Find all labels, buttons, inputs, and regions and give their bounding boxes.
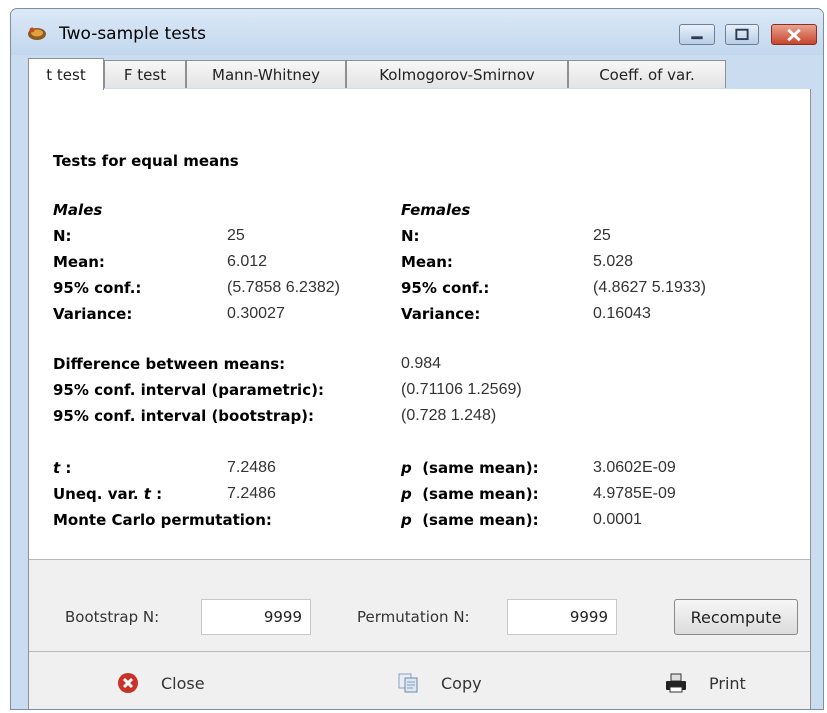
window-title: Two-sample tests bbox=[59, 24, 207, 44]
p-label-2: p (same mean): bbox=[401, 485, 539, 503]
tab-strip: t test F test Mann-Whitney Kolmogorov-Sm… bbox=[28, 58, 811, 90]
tab-f-test[interactable]: F test bbox=[104, 60, 186, 88]
results-panel: Tests for equal means Males N: 25 Mean: … bbox=[28, 89, 811, 709]
tab-t-test[interactable]: t test bbox=[28, 58, 104, 90]
print-button[interactable]: Print bbox=[665, 672, 746, 694]
title-bar[interactable]: Two-sample tests bbox=[11, 9, 823, 55]
divider-bottom bbox=[29, 651, 810, 652]
tab-kolmogorov-smirnov[interactable]: Kolmogorov-Smirnov bbox=[346, 60, 568, 88]
males-conf-label: 95% conf.: bbox=[53, 279, 142, 297]
males-heading: Males bbox=[53, 201, 103, 219]
uneq-var-label: Uneq. var. t : bbox=[53, 485, 163, 503]
females-heading: Females bbox=[401, 201, 471, 219]
females-variance-label: Variance: bbox=[401, 305, 481, 323]
p-label-3: p (same mean): bbox=[401, 511, 539, 529]
males-conf-value: (5.7858 6.2382) bbox=[227, 279, 340, 296]
monte-carlo-label: Monte Carlo permutation: bbox=[53, 511, 272, 529]
param-ci-label: 95% conf. interval (parametric): bbox=[53, 381, 324, 399]
t-stat-label: t : bbox=[53, 459, 72, 477]
p-label-1: p (same mean): bbox=[401, 459, 539, 477]
bootstrap-n-input[interactable]: 9999 bbox=[201, 599, 311, 635]
section-heading: Tests for equal means bbox=[53, 152, 239, 170]
param-ci-value: (0.71106 1.2569) bbox=[401, 381, 522, 398]
females-conf-value: (4.8627 5.1933) bbox=[593, 279, 706, 296]
close-label: Close bbox=[161, 673, 205, 693]
uneq-var-value: 7.2486 bbox=[227, 485, 276, 502]
two-sample-tests-window: Two-sample tests t test F test Mann-Whit… bbox=[10, 8, 824, 710]
close-circle-icon bbox=[118, 673, 138, 693]
males-mean-value: 6.012 bbox=[227, 253, 268, 270]
males-variance-label: Variance: bbox=[53, 305, 133, 323]
females-variance-value: 0.16043 bbox=[593, 305, 651, 322]
copy-icon bbox=[398, 673, 418, 693]
females-mean-label: Mean: bbox=[401, 253, 453, 271]
bootstrap-ci-label: 95% conf. interval (bootstrap): bbox=[53, 407, 315, 425]
females-mean-value: 5.028 bbox=[593, 253, 634, 270]
difference-value: 0.984 bbox=[401, 355, 442, 372]
males-variance-value: 0.30027 bbox=[227, 305, 285, 322]
copy-button[interactable]: Copy bbox=[397, 672, 482, 694]
t-stat-value: 7.2486 bbox=[227, 459, 276, 476]
close-icon bbox=[787, 28, 801, 42]
permutation-n-input[interactable]: 9999 bbox=[507, 599, 617, 635]
print-label: Print bbox=[709, 673, 746, 693]
tab-coeff-of-var[interactable]: Coeff. of var. bbox=[568, 60, 726, 88]
close-button[interactable]: Close bbox=[117, 672, 205, 694]
bootstrap-ci-value: (0.728 1.248) bbox=[401, 407, 497, 424]
divider-top bbox=[29, 559, 810, 560]
printer-icon bbox=[666, 673, 686, 693]
permutation-n-label: Permutation N: bbox=[357, 608, 470, 626]
recompute-button[interactable]: Recompute bbox=[674, 599, 798, 635]
tab-mann-whitney[interactable]: Mann-Whitney bbox=[186, 60, 346, 88]
p-value-3: 0.0001 bbox=[593, 511, 642, 528]
app-icon bbox=[28, 27, 46, 40]
minimize-button[interactable] bbox=[679, 24, 715, 45]
bootstrap-n-label: Bootstrap N: bbox=[65, 608, 160, 626]
males-n-value: 25 bbox=[227, 227, 245, 244]
p-value-1: 3.0602E-09 bbox=[593, 459, 676, 476]
males-mean-label: Mean: bbox=[53, 253, 105, 271]
minimize-icon bbox=[691, 36, 703, 40]
maximize-icon bbox=[735, 28, 749, 41]
difference-label: Difference between means: bbox=[53, 355, 286, 373]
p-value-2: 4.9785E-09 bbox=[593, 485, 676, 502]
females-n-value: 25 bbox=[593, 227, 611, 244]
copy-label: Copy bbox=[441, 673, 482, 693]
maximize-button[interactable] bbox=[725, 24, 759, 45]
males-n-label: N: bbox=[53, 227, 72, 245]
females-n-label: N: bbox=[401, 227, 420, 245]
females-conf-label: 95% conf.: bbox=[401, 279, 490, 297]
close-window-button[interactable] bbox=[771, 24, 817, 45]
